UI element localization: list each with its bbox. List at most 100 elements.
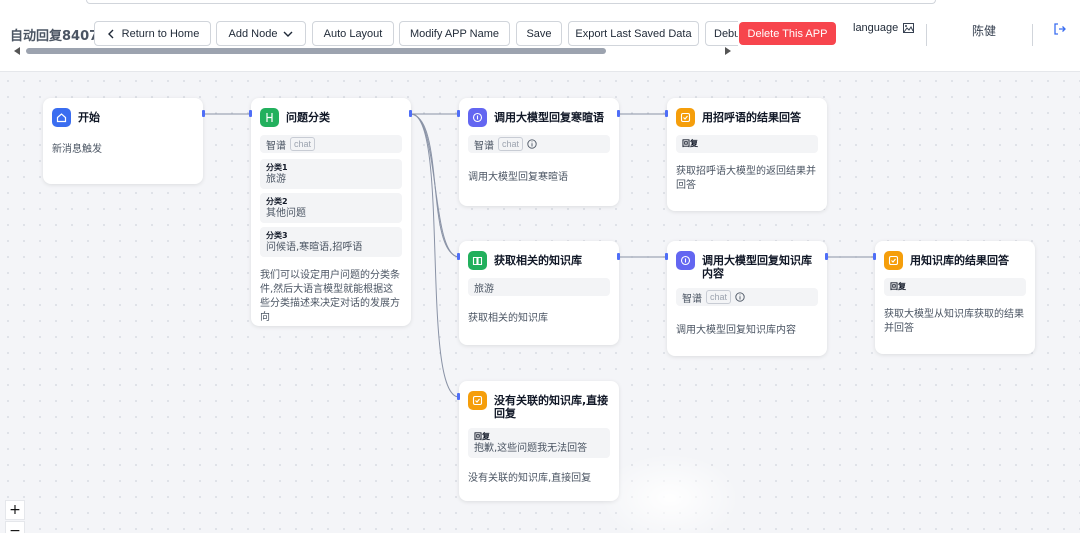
model-row: 智谱 chat — [260, 135, 402, 153]
info-icon[interactable] — [735, 292, 745, 302]
reply-icon — [468, 391, 487, 410]
node-title: 没有关联的知识库,直接回复 — [494, 394, 609, 420]
node-no-kb-reply[interactable]: 没有关联的知识库,直接回复 回复 抱歉,这些问题我无法回答 没有关联的知识库,直… — [459, 381, 619, 501]
model-name: 智谱 — [266, 140, 286, 152]
debug-label: Debug — [714, 27, 738, 40]
node-llm-kb[interactable]: 调用大模型回复知识库内容 智谱 chat 调用大模型回复知识库内容 — [667, 241, 827, 356]
scroll-left-arrow[interactable] — [14, 47, 20, 55]
input-handle[interactable] — [457, 253, 460, 260]
toolbar-scrollbar[interactable] — [26, 48, 606, 54]
reply-box: 回复 — [676, 135, 818, 153]
export-data-button[interactable]: Export Last Saved Data — [568, 21, 699, 46]
output-handle[interactable] — [617, 253, 620, 260]
workflow-canvas[interactable]: 开始 新消息触发 问题分类 智谱 chat 分类1 旅游 分类2 其他问题 分类… — [0, 73, 1080, 533]
category-item: 分类3 问候语,寒暄语,招呼语 — [260, 227, 402, 257]
modify-app-name-button[interactable]: Modify APP Name — [399, 21, 510, 46]
input-handle[interactable] — [665, 253, 668, 260]
category-item: 分类2 其他问题 — [260, 193, 402, 223]
book-icon — [468, 251, 487, 270]
node-title: 开始 — [78, 111, 100, 124]
language-selector[interactable]: language — [853, 22, 915, 34]
category-value: 问候语,寒暄语,招呼语 — [266, 242, 363, 253]
save-button[interactable]: Save — [516, 21, 562, 46]
model-row: 智谱 chat — [468, 135, 610, 153]
input-handle[interactable] — [873, 253, 876, 260]
output-handle[interactable] — [825, 253, 828, 260]
kb-row: 旅游 — [468, 278, 610, 296]
reply-icon — [884, 251, 903, 270]
return-home-label: Return to Home — [121, 27, 200, 40]
input-handle[interactable] — [665, 110, 668, 117]
reply-box: 回复 — [884, 278, 1026, 296]
node-title: 获取相关的知识库 — [494, 254, 582, 267]
node-header: 调用大模型回复知识库内容 — [676, 251, 818, 280]
add-node-button[interactable]: Add Node — [216, 21, 306, 46]
return-home-button[interactable]: Return to Home — [94, 21, 211, 46]
delete-app-button[interactable]: Delete This APP — [739, 22, 836, 45]
top-search-strip — [86, 0, 936, 4]
header-divider-2 — [1032, 24, 1033, 46]
reply-text: 抱歉,这些问题我无法回答 — [474, 443, 588, 454]
node-start[interactable]: 开始 新消息触发 — [43, 98, 203, 184]
language-label: language — [853, 22, 899, 34]
node-desc: 获取招呼语大模型的返回结果并回答 — [676, 166, 816, 191]
zoom-in-button[interactable]: + — [5, 500, 25, 520]
image-icon — [903, 22, 915, 33]
modify-app-name-label: Modify APP Name — [409, 27, 500, 40]
add-node-label: Add Node — [228, 27, 278, 40]
category-label: 分类3 — [266, 231, 288, 240]
reply-icon — [676, 108, 695, 127]
node-header: 用招呼语的结果回答 — [676, 108, 818, 127]
input-handle[interactable] — [457, 110, 460, 117]
model-name: 智谱 — [682, 293, 702, 305]
save-label: Save — [526, 27, 552, 40]
model-tag: chat — [706, 290, 732, 304]
auto-layout-label: Auto Layout — [323, 27, 383, 40]
kb-name: 旅游 — [474, 283, 494, 295]
output-handle[interactable] — [617, 110, 620, 117]
model-name: 智谱 — [474, 140, 494, 152]
node-reply-greet[interactable]: 用招呼语的结果回答 回复 获取招呼语大模型的返回结果并回答 — [667, 98, 827, 211]
node-header: 问题分类 — [260, 108, 402, 127]
model-tag: chat — [498, 137, 524, 151]
input-handle[interactable] — [457, 393, 460, 400]
node-title: 用招呼语的结果回答 — [702, 111, 801, 124]
branch-icon — [260, 108, 279, 127]
top-bar: 自动回复8407 Return to Home Add Node Auto La… — [0, 0, 1080, 72]
model-row: 智谱 chat — [676, 288, 818, 306]
debug-button[interactable]: Debug — [705, 21, 738, 46]
node-desc: 没有关联的知识库,直接回复 — [468, 473, 592, 484]
node-title: 用知识库的结果回答 — [910, 254, 1009, 267]
edge-classify-extra — [410, 113, 460, 258]
logout-icon[interactable] — [1053, 22, 1067, 36]
node-desc: 调用大模型回复寒暄语 — [468, 172, 568, 183]
node-kb-get[interactable]: 获取相关的知识库 旅游 获取相关的知识库 — [459, 241, 619, 345]
model-tag: chat — [290, 137, 316, 151]
node-title: 调用大模型回复寒暄语 — [494, 111, 604, 124]
user-name[interactable]: 陈健 — [972, 22, 996, 39]
node-desc: 新消息触发 — [52, 144, 102, 155]
export-data-label: Export Last Saved Data — [575, 27, 692, 40]
auto-layout-button[interactable]: Auto Layout — [312, 21, 394, 46]
category-value: 其他问题 — [266, 208, 306, 219]
node-classify[interactable]: 问题分类 智谱 chat 分类1 旅游 分类2 其他问题 分类3 问候语,寒暄语… — [251, 98, 411, 326]
zoom-out-button[interactable]: − — [5, 521, 25, 533]
reply-box: 回复 抱歉,这些问题我无法回答 — [468, 428, 610, 458]
output-handle[interactable] — [409, 110, 412, 117]
info-icon[interactable] — [527, 139, 537, 149]
input-handle[interactable] — [249, 110, 252, 117]
node-desc: 调用大模型回复知识库内容 — [676, 325, 796, 336]
output-handle[interactable] — [202, 110, 205, 117]
node-reply-kb[interactable]: 用知识库的结果回答 回复 获取大模型从知识库获取的结果并回答 — [875, 241, 1035, 354]
node-header: 开始 — [52, 108, 194, 127]
scroll-right-arrow[interactable] — [725, 47, 731, 55]
edge-classify-no-kb — [410, 113, 460, 398]
category-value: 旅游 — [266, 174, 286, 185]
node-header: 调用大模型回复寒暄语 — [468, 108, 610, 127]
node-desc: 获取大模型从知识库获取的结果并回答 — [884, 309, 1024, 334]
reply-label: 回复 — [682, 139, 698, 148]
chevron-down-icon — [283, 31, 293, 37]
node-desc: 我们可以设定用户问题的分类条件,然后大语言模型就能根据这些分类描述来决定对话的发… — [260, 270, 400, 323]
reply-label: 回复 — [890, 282, 906, 291]
node-llm-greet[interactable]: 调用大模型回复寒暄语 智谱 chat 调用大模型回复寒暄语 — [459, 98, 619, 206]
